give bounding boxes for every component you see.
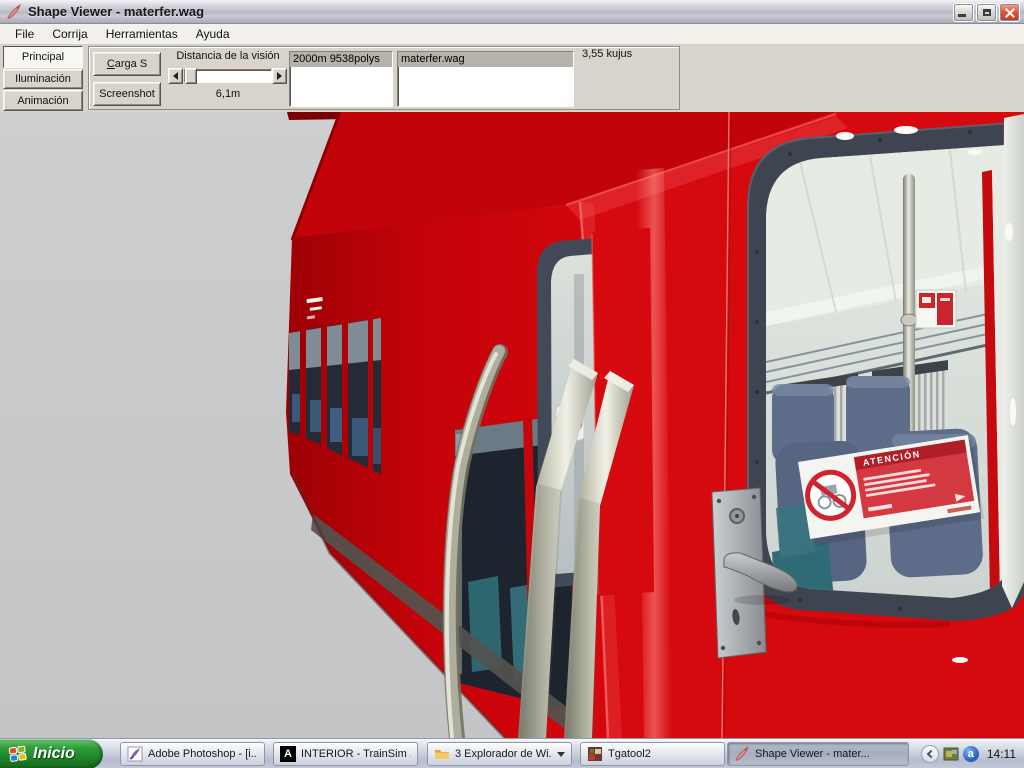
group-dropdown-icon[interactable] (557, 752, 565, 757)
system-tray: a 14:11 (921, 739, 1024, 768)
taskbar-item-explorer-group[interactable]: 3 Explorador de Wi... (427, 742, 572, 766)
taskbar-item-shape-viewer[interactable]: Shape Viewer - mater... (727, 742, 909, 766)
screenshot-button[interactable]: Screenshot (93, 82, 161, 106)
tga-icon (587, 746, 603, 762)
toolbar: Principal Iluminación Animación Carga S … (0, 45, 1024, 112)
photoshop-icon (127, 746, 143, 762)
file-listbox[interactable]: materfer.wag (397, 51, 574, 107)
shape-viewer-icon (734, 746, 750, 762)
menu-bar: File Corrija Herramientas Ayuda (0, 24, 1024, 45)
chevron-left-icon (927, 750, 935, 758)
start-label: Inicio (33, 745, 75, 763)
app-window: Shape Viewer - materfer.wag File Corrija… (0, 0, 1024, 768)
tray-chevron-button[interactable] (921, 745, 939, 763)
window-title: Shape Viewer - materfer.wag (28, 4, 204, 19)
taskbar-clock: 14:11 (987, 747, 1016, 761)
file-list-item[interactable]: materfer.wag (398, 52, 573, 67)
close-button[interactable] (999, 3, 1020, 22)
tab-principal[interactable]: Principal (3, 46, 83, 68)
title-bar[interactable]: Shape Viewer - materfer.wag (0, 0, 1024, 24)
viewport: ATENCIÓN (0, 112, 1024, 738)
windows-flag-icon (8, 744, 28, 764)
vestibule-window: ATENCIÓN (740, 122, 1024, 625)
tray-app-icon[interactable] (943, 746, 959, 762)
menu-ayuda[interactable]: Ayuda (187, 25, 239, 43)
view-distance-label: Distancia de la visión (172, 50, 284, 62)
shape-viewer-icon (6, 4, 22, 20)
taskbar-item-photoshop[interactable]: Adobe Photoshop - [i... (120, 742, 265, 766)
menu-corrija[interactable]: Corrija (43, 25, 96, 43)
menu-herramientas[interactable]: Herramientas (97, 25, 187, 43)
taskbar-item-trainsim[interactable]: A INTERIOR - TrainSim ... (273, 742, 418, 766)
taskbar-item-tgatool[interactable]: Tgatool2 (580, 742, 725, 766)
tray-avg-icon[interactable]: a (963, 746, 979, 762)
trainsim-icon: A (280, 746, 296, 762)
tab-iluminacion[interactable]: Iluminación (3, 69, 83, 89)
start-button[interactable]: Inicio (0, 739, 103, 768)
load-shape-button[interactable]: Carga S (93, 52, 161, 76)
interior-sign (916, 290, 956, 328)
folder-icon (434, 746, 450, 762)
restore-button[interactable] (976, 3, 997, 22)
slider-track[interactable] (184, 69, 272, 83)
tab-animacion[interactable]: Animación (3, 90, 83, 111)
3d-viewport[interactable]: ATENCIÓN (0, 112, 1024, 738)
stats-label: 3,55 kujus (582, 48, 632, 60)
slider-left-arrow[interactable] (168, 68, 183, 84)
lod-list-item[interactable]: 2000m 9538polys (290, 52, 392, 67)
end-wall-strip (1002, 114, 1024, 608)
slider-thumb[interactable] (185, 68, 197, 84)
view-distance-value: 6,1m (172, 88, 284, 100)
menu-file[interactable]: File (6, 25, 43, 43)
lod-listbox[interactable]: 2000m 9538polys (289, 51, 393, 107)
slider-right-arrow[interactable] (272, 68, 287, 84)
taskbar: Inicio Adobe Photoshop - [i... A INTERIO… (0, 738, 1024, 768)
minimize-button[interactable] (953, 3, 974, 22)
